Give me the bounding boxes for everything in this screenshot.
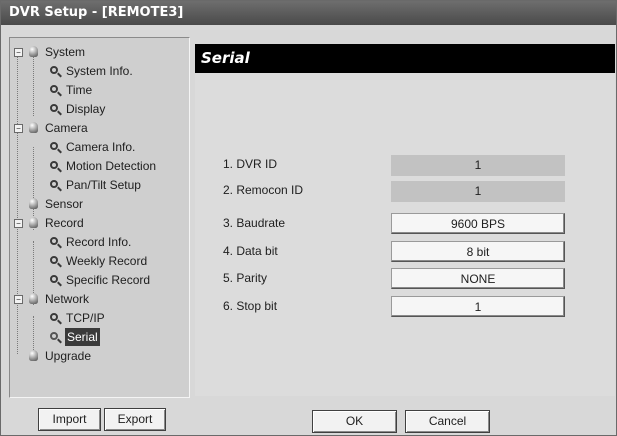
data-bit-label: 4. Data bit [223, 244, 278, 258]
serial-settings-panel: Serial 1. DVR ID 1 2. Remocon ID 1 3. Ba… [195, 44, 615, 396]
cancel-button[interactable]: Cancel [405, 410, 490, 433]
folder-icon [29, 293, 38, 304]
tree-label-record-info: Record Info. [66, 235, 132, 249]
tree-connector [33, 52, 34, 116]
folder-icon [29, 217, 38, 228]
parity-label: 5. Parity [223, 271, 268, 285]
dvr-id-label: 1. DVR ID [223, 157, 278, 171]
tree-label-sensor: Sensor [45, 197, 84, 211]
tree-label-pan-tilt-setup: Pan/Tilt Setup [66, 178, 141, 192]
tree-label-specific-record: Specific Record [66, 273, 151, 287]
collapse-toggle-icon[interactable]: − [14, 219, 23, 228]
magnifier-icon [50, 142, 58, 150]
tree-label-display: Display [66, 102, 106, 116]
magnifier-icon [50, 332, 58, 340]
collapse-toggle-icon[interactable]: − [14, 295, 23, 304]
magnifier-icon [50, 161, 58, 169]
baudrate-button[interactable]: 9600 BPS [391, 213, 565, 234]
tree-label-serial-selected: Serial [65, 328, 100, 346]
tree-label-system-info: System Info. [66, 64, 133, 78]
tree-label-camera-info: Camera Info. [66, 140, 136, 154]
baudrate-label: 3. Baudrate [223, 216, 286, 230]
tree-label-tcpip: TCP/IP [66, 311, 105, 325]
remocon-id-label: 2. Remocon ID [223, 183, 304, 197]
stop-bit-button[interactable]: 1 [391, 296, 565, 317]
folder-icon [29, 46, 38, 57]
import-button[interactable]: Import [38, 408, 101, 431]
magnifier-icon [50, 313, 58, 321]
dvr-setup-window: DVR Setup - [REMOTE3] − System System In… [0, 0, 617, 436]
stop-bit-label: 6. Stop bit [223, 299, 278, 313]
tree-label-time: Time [66, 83, 93, 97]
collapse-toggle-icon[interactable]: − [14, 48, 23, 57]
tree-label-weekly-record: Weekly Record [66, 254, 148, 268]
window-title: DVR Setup - [REMOTE3] [1, 1, 616, 25]
tree-label-motion-detection: Motion Detection [66, 159, 157, 173]
remocon-id-value: 1 [391, 181, 565, 202]
magnifier-icon [50, 66, 58, 74]
tree-label-system: System [45, 45, 86, 59]
tree-label-upgrade: Upgrade [45, 349, 92, 363]
magnifier-icon [50, 237, 58, 245]
tree-label-record: Record [45, 216, 84, 230]
magnifier-icon [50, 104, 58, 112]
dvr-id-value: 1 [391, 155, 565, 176]
export-button[interactable]: Export [104, 408, 166, 431]
folder-icon [29, 198, 38, 209]
folder-icon [29, 122, 38, 133]
collapse-toggle-icon[interactable]: − [14, 124, 23, 133]
data-bit-button[interactable]: 8 bit [391, 241, 565, 262]
panel-title: Serial [195, 44, 615, 73]
tree-label-camera: Camera [45, 121, 88, 135]
magnifier-icon [50, 275, 58, 283]
settings-tree[interactable]: − System System Info. Time Display − Cam… [9, 37, 190, 398]
magnifier-icon [50, 180, 58, 188]
magnifier-icon [50, 85, 58, 93]
magnifier-icon [50, 256, 58, 264]
tree-connector [17, 52, 18, 354]
parity-button[interactable]: NONE [391, 268, 565, 289]
tree-label-network: Network [45, 292, 90, 306]
ok-button[interactable]: OK [312, 410, 397, 433]
folder-icon [29, 350, 38, 361]
